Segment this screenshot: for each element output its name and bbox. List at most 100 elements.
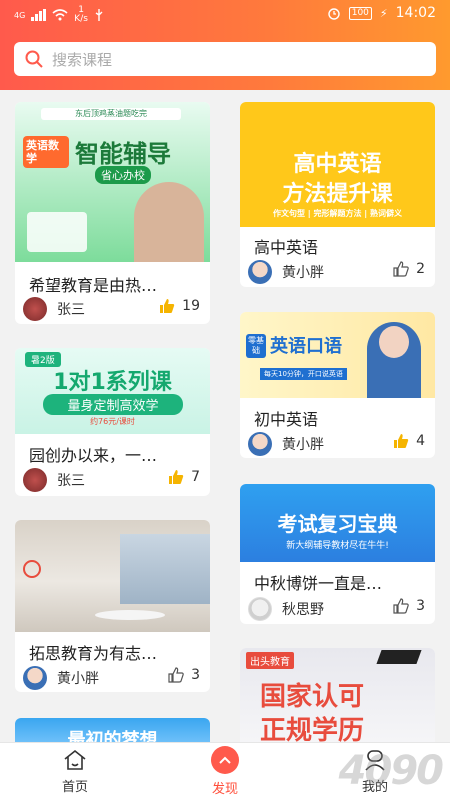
author-name: 黄小胖 bbox=[57, 671, 99, 687]
thumb-main-text: 考试复习宝典 bbox=[277, 512, 398, 536]
thumb-line1: 国家认可 bbox=[260, 682, 365, 712]
thumb-sub: 作文句型 | 完形解题方法 | 熟词僻义 bbox=[273, 209, 402, 218]
search-icon bbox=[25, 50, 43, 68]
thumb-sub-text: 省心办校 bbox=[95, 166, 151, 184]
like-count: 4 bbox=[416, 433, 425, 449]
avatar bbox=[23, 297, 47, 321]
thumbs-up-icon bbox=[168, 667, 184, 683]
search-placeholder: 搜索课程 bbox=[52, 50, 113, 69]
thumb-main-text: 智能辅导 bbox=[75, 140, 171, 168]
thumbs-up-icon bbox=[393, 261, 409, 277]
thumb-top-label: 东后顶鸡蒸油题吃完 bbox=[41, 108, 181, 120]
course-card[interactable]: 暑2版 1对1系列课 量身定制高效学 约76元/课时 园创办以来，一… 张三 7 bbox=[15, 348, 210, 496]
card-title: 中秋博饼一直是… bbox=[254, 574, 383, 593]
like-count: 19 bbox=[182, 298, 200, 314]
like-count: 2 bbox=[416, 261, 425, 277]
status-bar: 4G 1 K/s 100 ⚡ 14:02 bbox=[0, 0, 450, 28]
thumb-sub: 量身定制高效学 bbox=[43, 394, 183, 415]
signal-icon bbox=[31, 9, 47, 21]
office-window bbox=[120, 534, 210, 604]
net-speed: 1 K/s bbox=[74, 5, 88, 24]
card-author: 张三 bbox=[23, 297, 85, 321]
course-thumbnail: 暑2版 1对1系列课 量身定制高效学 约76元/课时 bbox=[15, 348, 210, 434]
tab-discover-label: 发现 bbox=[211, 782, 238, 797]
course-card[interactable]: 零基础 英语口语 每天10分钟，开口说英语 初中英语 黄小胖 4 bbox=[240, 312, 435, 458]
like-button[interactable]: 3 bbox=[392, 597, 425, 615]
thumb-child-photo bbox=[134, 182, 204, 262]
course-thumbnail: 高中英语 方法提升课 作文句型 | 完形解题方法 | 熟词僻义 bbox=[240, 102, 435, 227]
avatar bbox=[248, 260, 272, 284]
card-author: 秋思野 bbox=[248, 597, 324, 621]
search-input[interactable]: 搜索课程 bbox=[14, 42, 436, 76]
course-card[interactable]: 东后顶鸡蒸油题吃完 英语数学 智能辅导 省心办校 希望教育是由热… 张三 19 bbox=[15, 102, 210, 324]
graduation-cap-icon bbox=[376, 650, 422, 664]
like-count: 3 bbox=[191, 667, 200, 683]
usb-icon bbox=[95, 9, 103, 21]
course-card[interactable]: 出头教育 国家认可 正规学历 bbox=[240, 648, 435, 748]
course-thumbnail bbox=[15, 520, 210, 632]
discover-icon bbox=[211, 746, 239, 774]
card-title: 希望教育是由热… bbox=[29, 276, 158, 295]
charging-icon: ⚡ bbox=[379, 6, 388, 20]
thumb-teacher-face bbox=[379, 326, 409, 358]
like-button[interactable]: 19 bbox=[158, 297, 200, 315]
thumb-tag: 零基础 bbox=[246, 334, 266, 358]
card-author: 黄小胖 bbox=[248, 260, 324, 284]
tab-home-label: 首页 bbox=[61, 780, 88, 795]
thumb-line2: 方法提升课 bbox=[282, 182, 393, 207]
card-author: 黄小胖 bbox=[248, 432, 324, 456]
card-author: 张三 bbox=[23, 468, 85, 492]
like-button[interactable]: 4 bbox=[392, 432, 425, 450]
course-card[interactable]: 高中英语 方法提升课 作文句型 | 完形解题方法 | 熟词僻义 高中英语 黄小胖… bbox=[240, 102, 435, 287]
course-thumbnail: 考试复习宝典 新大纲辅导教材尽在牛牛! bbox=[240, 484, 435, 562]
author-name: 黄小胖 bbox=[282, 437, 324, 453]
card-title: 初中英语 bbox=[254, 410, 319, 429]
watermark-logo: 4090 bbox=[338, 748, 444, 794]
tab-home[interactable]: 首页 bbox=[0, 743, 150, 800]
tab-discover[interactable]: 发现 bbox=[150, 743, 300, 800]
card-title: 园创办以来，一… bbox=[29, 446, 158, 465]
thumb-main-text: 1对1系列课 bbox=[53, 370, 172, 395]
course-thumbnail: 东后顶鸡蒸油题吃完 英语数学 智能辅导 省心办校 bbox=[15, 102, 210, 262]
header-bar: 4G 1 K/s 100 ⚡ 14:02 搜索课程 bbox=[0, 0, 450, 90]
card-title: 拓思教育为有志… bbox=[29, 644, 158, 663]
office-wall-logo bbox=[23, 560, 41, 578]
avatar bbox=[248, 432, 272, 456]
like-button[interactable]: 3 bbox=[167, 666, 200, 684]
author-name: 张三 bbox=[57, 302, 85, 318]
thumb-sub: 新大纲辅导教材尽在牛牛! bbox=[286, 541, 389, 551]
card-title: 高中英语 bbox=[254, 238, 319, 257]
thumbs-up-icon bbox=[394, 434, 409, 448]
avatar bbox=[248, 597, 272, 621]
battery-icon: 100 bbox=[348, 6, 372, 20]
course-thumbnail: 零基础 英语口语 每天10分钟，开口说英语 bbox=[240, 312, 435, 398]
thumbs-up-icon bbox=[393, 598, 409, 614]
author-name: 黄小胖 bbox=[282, 265, 324, 281]
like-button[interactable]: 2 bbox=[392, 260, 425, 278]
thumb-price: 约76元/课时 bbox=[90, 417, 135, 426]
card-author: 黄小胖 bbox=[23, 666, 99, 690]
thumb-main-text: 英语口语 bbox=[270, 336, 342, 357]
thumb-sub: 每天10分钟，开口说英语 bbox=[260, 368, 347, 380]
author-name: 张三 bbox=[57, 473, 85, 489]
home-icon bbox=[64, 749, 86, 770]
course-thumbnail: 出头教育 国家认可 正规学历 bbox=[240, 648, 435, 748]
avatar bbox=[23, 468, 47, 492]
like-count: 3 bbox=[416, 598, 425, 614]
network-label: 4G bbox=[14, 10, 26, 20]
thumb-badge: 英语数学 bbox=[23, 136, 69, 168]
author-name: 秋思野 bbox=[282, 602, 324, 618]
alarm-icon bbox=[328, 8, 340, 20]
thumb-line1: 高中英语 bbox=[293, 152, 382, 177]
thumb-brand: 出头教育 bbox=[246, 652, 294, 669]
course-card[interactable]: 拓思教育为有志… 黄小胖 3 bbox=[15, 520, 210, 692]
wifi-icon bbox=[52, 9, 68, 21]
course-card[interactable]: 考试复习宝典 新大纲辅导教材尽在牛牛! 中秋博饼一直是… 秋思野 3 bbox=[240, 484, 435, 624]
clock: 14:02 bbox=[395, 5, 436, 21]
thumbs-up-icon bbox=[160, 299, 175, 313]
avatar bbox=[23, 666, 47, 690]
like-count: 7 bbox=[191, 469, 200, 485]
like-button[interactable]: 7 bbox=[167, 468, 200, 486]
office-table bbox=[95, 610, 165, 620]
thumbs-up-icon bbox=[169, 470, 184, 484]
